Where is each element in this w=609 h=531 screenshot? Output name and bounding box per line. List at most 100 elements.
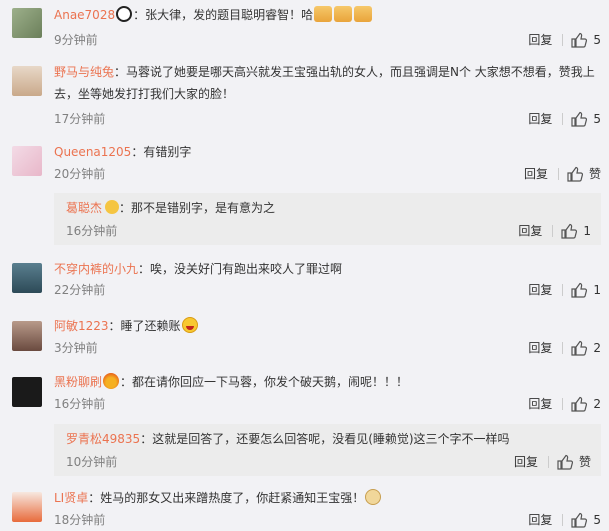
- like-button[interactable]: 2: [571, 340, 601, 356]
- comment-text: Anae7028 ：张大律，发的题目聪明睿智！哈: [54, 4, 597, 26]
- divider: [562, 397, 564, 410]
- reply-thread: 罗青松49835：这就是回答了，还要怎么回答呢，没看见(睡赖觉)这三个字不一样吗…: [54, 424, 601, 476]
- comment-body: ：那不是错别字，是有意为之: [119, 201, 276, 215]
- like-count: 赞: [578, 455, 591, 469]
- comment-item: Anae7028 ：张大律，发的题目聪明睿智！哈 9分钟前 回复 5: [0, 4, 609, 52]
- comment-actions: 回复 5: [528, 31, 601, 48]
- comment-body: ：睡了还赖账: [108, 319, 181, 333]
- comment-actions: 回复 赞: [524, 165, 601, 182]
- like-button[interactable]: 2: [571, 396, 601, 412]
- timestamp: 16分钟前: [54, 397, 106, 411]
- like-button[interactable]: 5: [571, 111, 601, 127]
- comment-text: 不穿内裤的小九：唉，没关好门有跑出来咬人了罪过啊: [54, 258, 597, 280]
- avatar[interactable]: [12, 263, 42, 293]
- timestamp: 10分钟前: [66, 455, 118, 469]
- comment-text: 阿敏1223：睡了还赖账: [54, 315, 597, 337]
- reply-thread: 葛聪杰 ：那不是错别字，是有意为之 16分钟前 回复 1: [54, 193, 601, 245]
- username-link[interactable]: 罗青松49835: [66, 432, 140, 446]
- like-count: 赞: [588, 167, 601, 181]
- comment-item: 不穿内裤的小九：唉，没关好门有跑出来咬人了罪过啊 22分钟前 回复 1: [0, 255, 609, 303]
- thumbs-up-icon: [571, 111, 588, 127]
- comment-actions: 回复 2: [528, 339, 601, 356]
- divider: [562, 283, 564, 296]
- like-count: 1: [593, 282, 601, 297]
- reply-button[interactable]: 回复: [528, 110, 552, 127]
- divider: [562, 341, 564, 354]
- comment-actions: 回复 1: [518, 222, 591, 239]
- thumbs-up-icon: [571, 282, 588, 298]
- avatar[interactable]: [12, 66, 42, 96]
- comment-item: LI贤卓：姓马的那女又出来蹭热度了，你赶紧通知王宝强！ 18分钟前 回复 5: [0, 486, 609, 531]
- avatar[interactable]: [12, 146, 42, 176]
- avatar[interactable]: [12, 8, 42, 38]
- comment-text: 罗青松49835：这就是回答了，还要怎么回答呢，没看见(睡赖觉)这三个字不一样吗: [66, 428, 591, 450]
- thumbs-up-emoji-icon: [334, 6, 353, 22]
- username-link[interactable]: LI贤卓: [54, 491, 88, 505]
- comment-text: 野马与纯兔：马蓉说了她要是哪天高兴就发王宝强出轨的女人，而且强调是N个 大家想不…: [54, 61, 597, 105]
- username-link[interactable]: 黑粉聊刷: [54, 375, 102, 389]
- panda-icon: [116, 6, 133, 22]
- reply-button[interactable]: 回复: [514, 453, 538, 470]
- comment-actions: 回复 2: [528, 395, 601, 412]
- like-count: 2: [593, 340, 601, 355]
- comment-actions: 回复 1: [528, 281, 601, 298]
- thumbs-up-icon: [561, 223, 578, 239]
- timestamp: 16分钟前: [66, 224, 118, 238]
- reply-button[interactable]: 回复: [528, 31, 552, 48]
- divider: [562, 112, 564, 125]
- thumbs-up-icon: [567, 166, 583, 182]
- username-link[interactable]: 野马与纯兔: [54, 65, 114, 79]
- divider: [547, 455, 549, 468]
- like-button[interactable]: 5: [571, 32, 601, 48]
- thumbs-up-icon: [571, 32, 588, 48]
- like-button[interactable]: 赞: [557, 453, 591, 470]
- comment-body: ：马蓉说了她要是哪天高兴就发王宝强出轨的女人，而且强调是N个 大家想不想看，赞我…: [54, 65, 595, 101]
- reply-button[interactable]: 回复: [528, 511, 552, 528]
- comment-text: LI贤卓：姓马的那女又出来蹭热度了，你赶紧通知王宝强！: [54, 487, 597, 509]
- avatar[interactable]: [12, 321, 42, 351]
- comment-actions: 回复 5: [528, 110, 601, 127]
- thumbs-up-icon: [571, 396, 588, 412]
- divider: [552, 224, 554, 237]
- fire-badge-icon: [103, 373, 120, 389]
- avatar[interactable]: [12, 377, 42, 407]
- comment-body: ：这就是回答了，还要怎么回答呢，没看见(睡赖觉)这三个字不一样吗: [140, 432, 510, 446]
- comment-item: 阿敏1223：睡了还赖账 3分钟前 回复 2: [0, 313, 609, 361]
- like-button[interactable]: 1: [571, 282, 601, 298]
- divider: [557, 167, 559, 180]
- reply-button[interactable]: 回复: [528, 281, 552, 298]
- reply-button[interactable]: 回复: [524, 165, 548, 182]
- comment-actions: 回复 赞: [514, 453, 591, 470]
- like-count: 5: [593, 512, 601, 527]
- timestamp: 3分钟前: [54, 341, 98, 355]
- timestamp: 17分钟前: [54, 112, 106, 126]
- avatar[interactable]: [12, 492, 42, 522]
- reply-button[interactable]: 回复: [518, 222, 542, 239]
- username-link[interactable]: 葛聪杰: [66, 201, 102, 215]
- comment-item: 黑粉聊刷 ：都在请你回应一下马蓉，你发个破天鹅，闹呢！！！ 16分钟前 回复 2: [0, 369, 609, 417]
- comment-body: ：有错别字: [131, 145, 192, 159]
- thumbs-up-emoji-icon: [314, 6, 333, 22]
- username-link[interactable]: 不穿内裤的小九: [54, 262, 138, 276]
- reply-button[interactable]: 回复: [528, 339, 552, 356]
- divider: [562, 33, 564, 46]
- like-button[interactable]: 赞: [567, 165, 601, 182]
- comment-body: ：姓马的那女又出来蹭热度了，你赶紧通知王宝强！: [88, 491, 365, 505]
- comment-body: ：都在请你回应一下马蓉，你发个破天鹅，闹呢！！！: [120, 375, 409, 389]
- thumbs-up-icon: [571, 512, 588, 528]
- comment-text: 葛聪杰 ：那不是错别字，是有意为之: [66, 197, 591, 219]
- timestamp: 20分钟前: [54, 167, 106, 181]
- comment-item: Queena1205：有错别字 20分钟前 回复 赞: [0, 138, 609, 186]
- like-count: 5: [593, 32, 601, 47]
- doge-emoji-icon: [365, 489, 382, 505]
- reply-button[interactable]: 回复: [528, 395, 552, 412]
- username-link[interactable]: Queena1205: [54, 145, 131, 159]
- like-button[interactable]: 5: [571, 512, 601, 528]
- like-button[interactable]: 1: [561, 223, 591, 239]
- username-link[interactable]: Anae7028: [54, 8, 115, 22]
- timestamp: 18分钟前: [54, 513, 106, 527]
- comment-body: ：张大律，发的题目聪明睿智！哈: [133, 8, 314, 22]
- like-count: 1: [583, 223, 591, 238]
- username-link[interactable]: 阿敏1223: [54, 319, 109, 333]
- comment-actions: 回复 5: [528, 511, 601, 528]
